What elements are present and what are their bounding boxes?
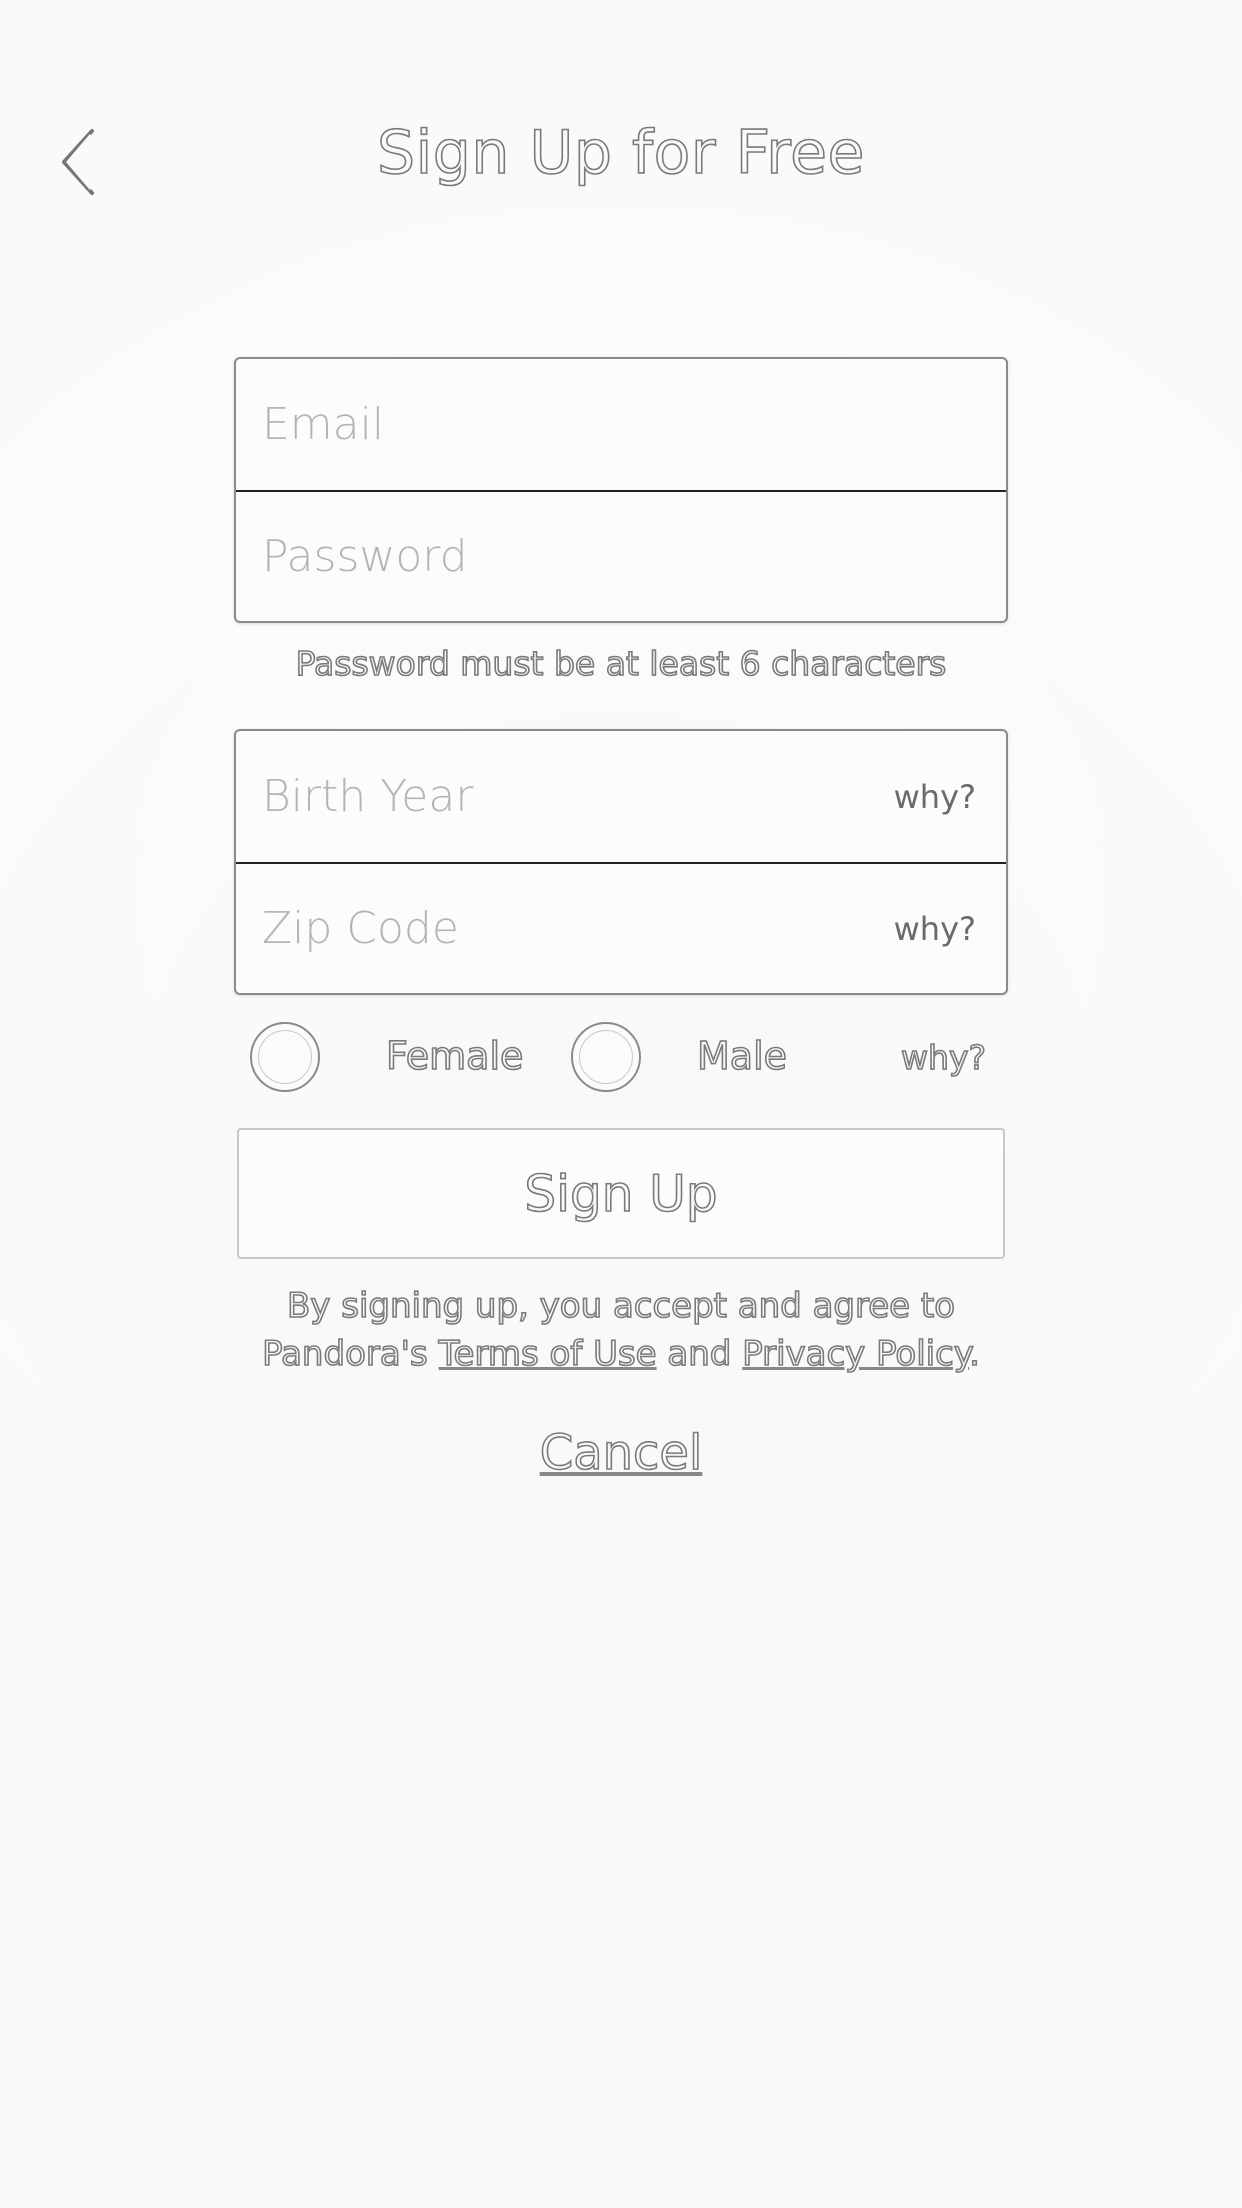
- password-placeholder: Password: [262, 531, 468, 582]
- sign-up-button[interactable]: Sign Up: [237, 1128, 1005, 1259]
- account-fields: Email Password: [234, 357, 1008, 623]
- terms-of-use-link[interactable]: Terms of Use: [438, 1333, 658, 1375]
- terms-prefix: Pandora's: [261, 1333, 439, 1375]
- cancel-link[interactable]: Cancel: [539, 1424, 703, 1482]
- zip-code-placeholder: Zip Code: [262, 903, 459, 954]
- terms-and: and: [656, 1333, 743, 1375]
- terms-suffix: .: [968, 1333, 980, 1375]
- email-placeholder: Email: [262, 399, 385, 450]
- zip-code-why-link[interactable]: why?: [894, 910, 976, 948]
- profile-fields: Birth Year why? Zip Code why?: [234, 729, 1008, 995]
- gender-why-link[interactable]: why?: [900, 1037, 987, 1078]
- birth-year-field[interactable]: Birth Year why?: [236, 731, 1006, 862]
- password-field[interactable]: Password: [236, 490, 1006, 621]
- gender-selector: Female Male why?: [234, 1022, 1008, 1098]
- terms-text: By signing up, you accept and agree to P…: [0, 1282, 1242, 1378]
- privacy-policy-link[interactable]: Privacy Policy: [741, 1333, 969, 1375]
- zip-code-field[interactable]: Zip Code why?: [236, 862, 1006, 993]
- page-title: Sign Up for Free: [376, 117, 865, 189]
- female-radio[interactable]: [250, 1022, 320, 1092]
- cancel-row: Cancel: [0, 1424, 1242, 1482]
- password-hint: Password must be at least 6 characters: [295, 643, 947, 684]
- birth-year-placeholder: Birth Year: [262, 771, 474, 822]
- terms-line-1: By signing up, you accept and agree to: [286, 1285, 956, 1327]
- birth-year-why-link[interactable]: why?: [894, 778, 976, 816]
- terms-line-2: Pandora's Terms of Use and Privacy Polic…: [0, 1330, 1242, 1378]
- female-label[interactable]: Female: [385, 1033, 524, 1079]
- email-field[interactable]: Email: [236, 359, 1006, 490]
- background: [0, 0, 1242, 2208]
- male-radio[interactable]: [571, 1022, 641, 1092]
- male-label[interactable]: Male: [696, 1033, 788, 1079]
